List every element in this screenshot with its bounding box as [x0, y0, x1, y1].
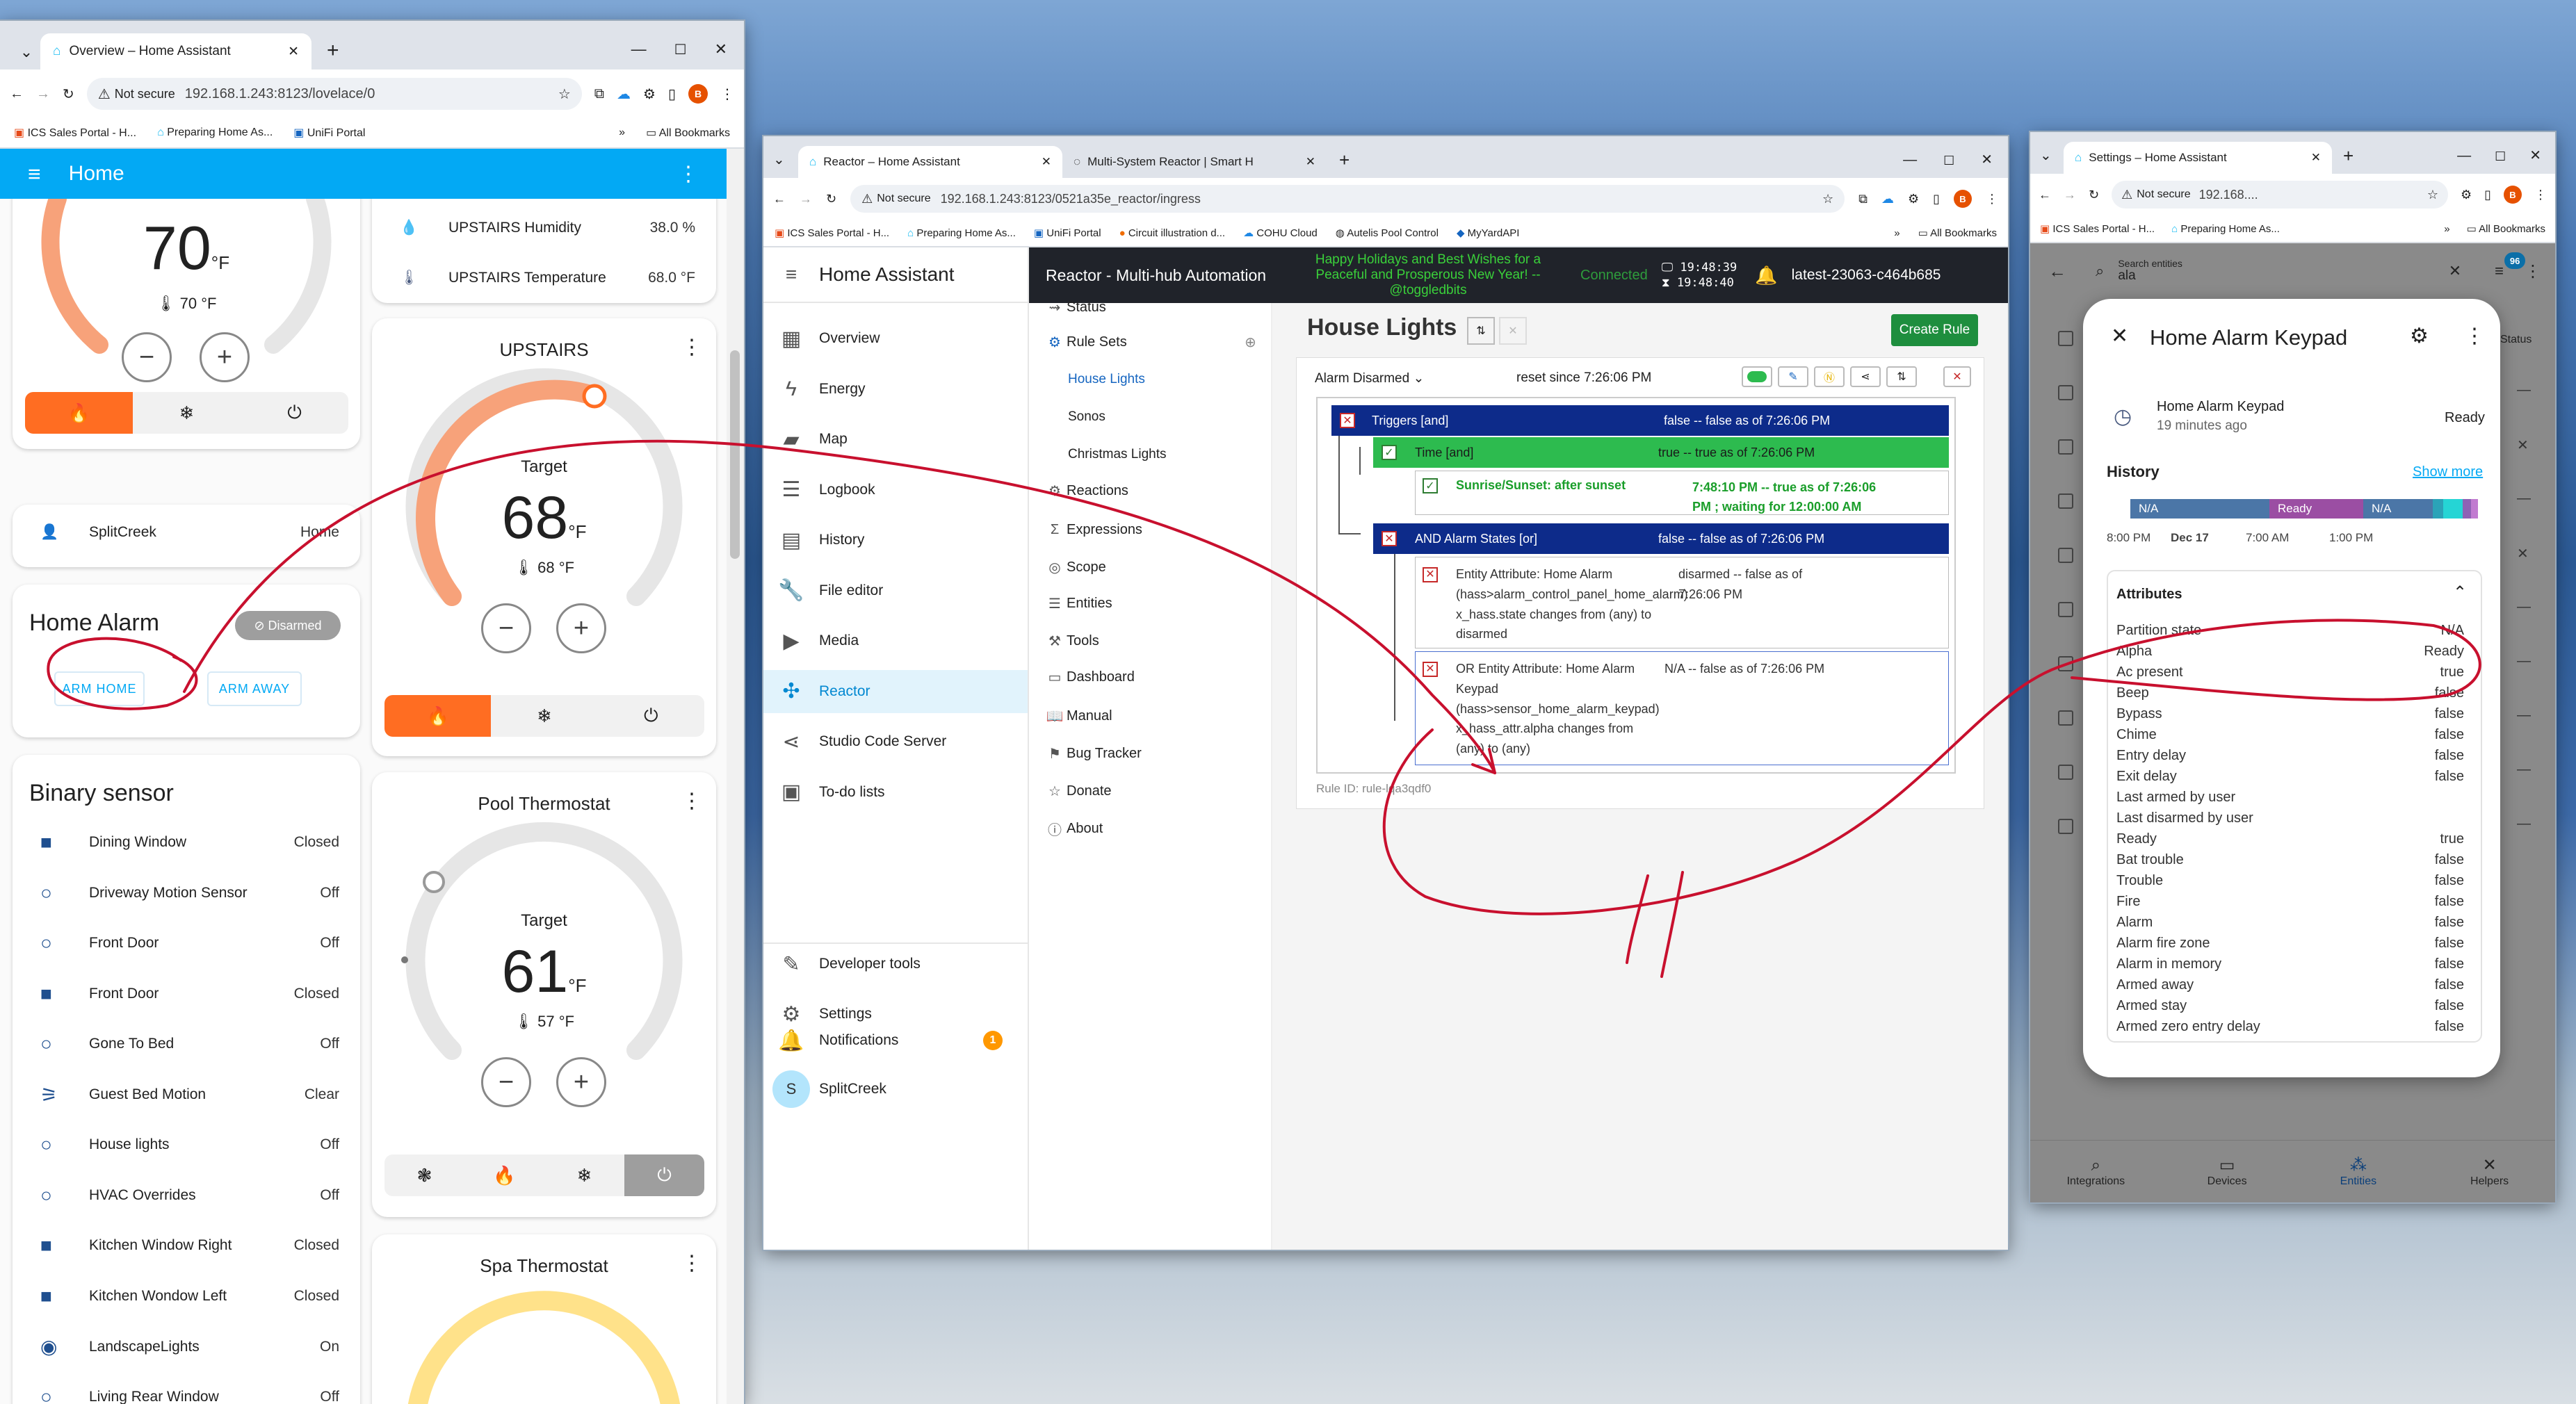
circle-annotation	[47, 637, 198, 710]
tick-annotation	[1626, 871, 1684, 978]
arrow-annotation	[183, 439, 1496, 774]
annotation-overlay	[47, 439, 2481, 978]
loop-annotation	[1382, 619, 2481, 915]
